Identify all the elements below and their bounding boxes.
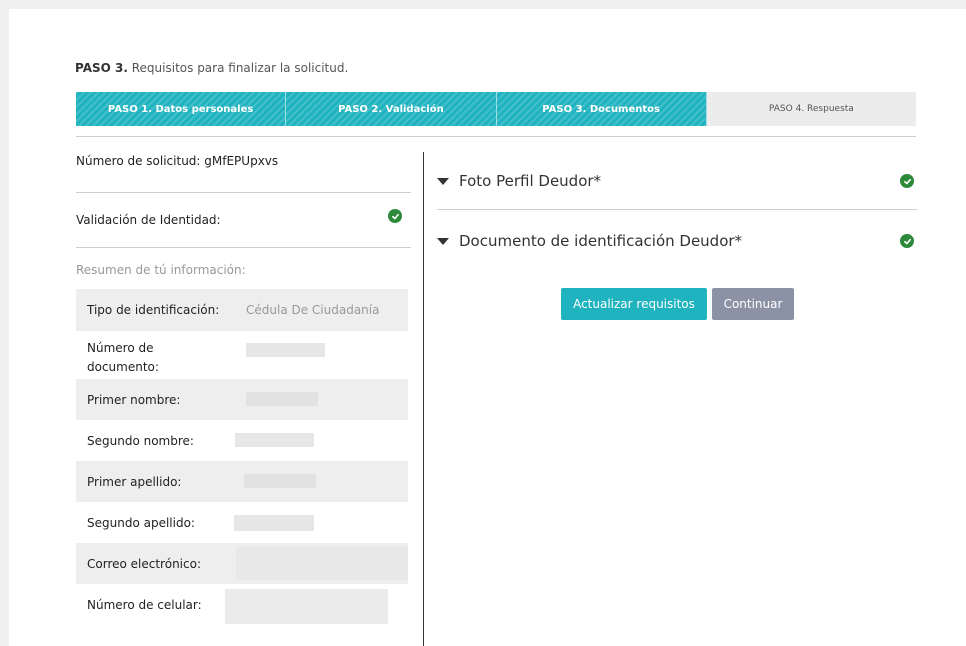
check-circle-icon: [900, 234, 914, 248]
summary-heading: Resumen de tú información:: [76, 263, 246, 277]
table-row: Correo electrónico:: [76, 543, 408, 584]
redacted-value: [246, 392, 318, 406]
redacted-value: [225, 589, 388, 624]
check-circle-icon: [388, 209, 402, 223]
step-2: PASO 2. Validación: [286, 92, 497, 126]
page: PASO 3. Requisitos para finalizar la sol…: [9, 9, 966, 646]
table-row: Primer nombre:: [76, 379, 408, 420]
redacted-value: [235, 433, 314, 447]
requirement-accordion-profile-photo[interactable]: Foto Perfil Deudor*: [437, 171, 917, 193]
redacted-value: [246, 343, 325, 357]
row-label: Número de celular:: [87, 598, 202, 612]
row-label: Tipo de identificación:: [87, 303, 220, 317]
requirement-title: Foto Perfil Deudor*: [459, 172, 602, 190]
progress-stepper: PASO 1. Datos personales PASO 2. Validac…: [76, 92, 916, 126]
divider: [437, 209, 917, 210]
step-1: PASO 1. Datos personales: [76, 92, 287, 126]
table-row: Tipo de identificación: Cédula De Ciudad…: [76, 289, 408, 331]
table-row: Segundo apellido:: [76, 502, 408, 543]
divider: [76, 192, 411, 193]
redacted-value: [234, 515, 314, 531]
table-row: Primer apellido:: [76, 461, 408, 502]
row-value: Cédula De Ciudadanía: [246, 303, 380, 317]
step-heading-text: Requisitos para finalizar la solicitud.: [131, 61, 349, 75]
update-requirements-button[interactable]: Actualizar requisitos: [561, 288, 707, 320]
table-row: Segundo nombre:: [76, 420, 408, 461]
step-4: PASO 4. Respuesta: [706, 92, 916, 126]
caret-down-icon: [437, 238, 449, 245]
redacted-value: [236, 547, 408, 580]
check-circle-icon: [900, 174, 914, 188]
row-label: Segundo nombre:: [87, 434, 194, 448]
step-heading: PASO 3. Requisitos para finalizar la sol…: [75, 61, 348, 75]
step-heading-number: PASO 3.: [75, 61, 128, 75]
divider: [76, 247, 411, 248]
column-divider: [423, 152, 424, 646]
personal-info-table: Tipo de identificación: Cédula De Ciudad…: [76, 289, 408, 630]
row-label: Segundo apellido:: [87, 516, 195, 530]
request-number: Número de solicitud: gMfEPUpxvs: [76, 154, 279, 168]
row-label: Primer apellido:: [87, 475, 182, 489]
divider: [76, 136, 916, 137]
caret-down-icon: [437, 178, 449, 185]
redacted-value: [244, 474, 316, 488]
step-3: PASO 3. Documentos: [496, 92, 707, 126]
row-label: Correo electrónico:: [87, 557, 201, 571]
row-label: Primer nombre:: [87, 393, 181, 407]
requirement-title: Documento de identificación Deudor*: [459, 232, 743, 250]
table-row: Número de documento:: [76, 331, 408, 379]
requirement-accordion-id-document[interactable]: Documento de identificación Deudor*: [437, 231, 917, 253]
row-label: Número de documento:: [87, 341, 159, 374]
table-row: Número de celular:: [76, 584, 408, 630]
identity-validation-label: Validación de Identidad:: [76, 213, 221, 227]
continue-button[interactable]: Continuar: [712, 288, 794, 320]
